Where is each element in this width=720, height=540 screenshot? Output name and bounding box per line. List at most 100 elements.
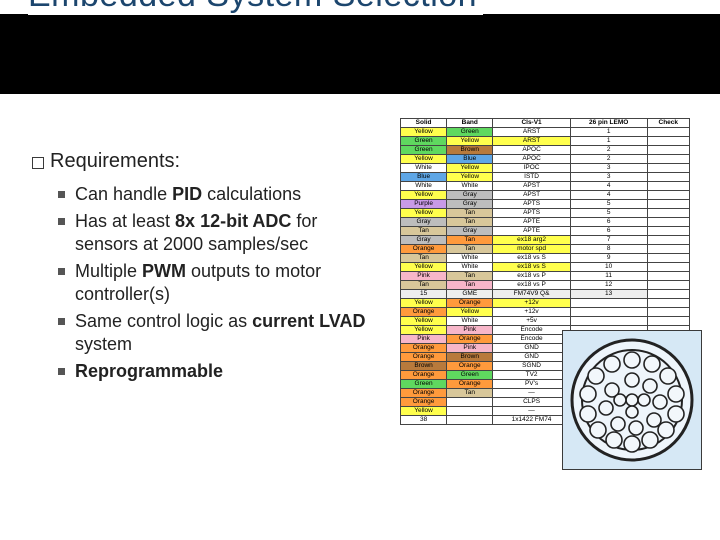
table-cell: ARST: [493, 128, 570, 137]
table-cell: Orange: [447, 380, 493, 389]
table-cell: White: [447, 254, 493, 263]
table-cell: [447, 416, 493, 425]
list-item-text: Can handle PID calculations: [75, 183, 301, 206]
table-cell: Orange: [401, 398, 447, 407]
table-cell: Yellow: [401, 191, 447, 200]
table-cell: CLPS: [493, 398, 570, 407]
table-cell: 13: [570, 290, 647, 299]
table-cell: Yellow: [401, 209, 447, 218]
table-cell: [647, 155, 689, 164]
table-cell: Green: [401, 146, 447, 155]
table-row: YellowGreenARST1: [401, 128, 690, 137]
list-item-text: Reprogrammable: [75, 360, 223, 383]
table-row: TanGrayAPTE6: [401, 227, 690, 236]
table-cell: Orange: [401, 371, 447, 380]
table-cell: Gray: [401, 236, 447, 245]
table-row: YellowBlueAPOC2: [401, 155, 690, 164]
table-cell: Gray: [447, 200, 493, 209]
table-cell: GND: [493, 353, 570, 362]
column-header: Check: [647, 119, 689, 128]
table-cell: Yellow: [401, 407, 447, 416]
table-cell: 12: [570, 281, 647, 290]
table-cell: ex18 vs S: [493, 254, 570, 263]
table-cell: [647, 146, 689, 155]
column-header: Band: [447, 119, 493, 128]
table-row: OrangeYellow+12v: [401, 308, 690, 317]
table-cell: 8: [570, 245, 647, 254]
table-row: GreenBrownAPOC2: [401, 146, 690, 155]
table-cell: Orange: [401, 344, 447, 353]
table-cell: ex18 vs P: [493, 272, 570, 281]
table-cell: White: [401, 164, 447, 173]
table-cell: Orange: [401, 353, 447, 362]
table-cell: FM74V9 Q&: [493, 290, 570, 299]
table-row: WhiteYellowIPOC3: [401, 164, 690, 173]
table-cell: [647, 209, 689, 218]
table-cell: 3: [570, 173, 647, 182]
table-cell: [647, 245, 689, 254]
table-cell: Pink: [401, 335, 447, 344]
table-cell: [647, 254, 689, 263]
table-cell: Purple: [401, 200, 447, 209]
table-cell: White: [401, 182, 447, 191]
table-cell: —: [493, 389, 570, 398]
table-cell: ISTD: [493, 173, 570, 182]
table-cell: +12v: [493, 308, 570, 317]
table-cell: [647, 272, 689, 281]
table-cell: Encode: [493, 335, 570, 344]
table-cell: Tan: [401, 227, 447, 236]
list-item: Can handle PID calculations: [58, 183, 372, 206]
table-cell: 2: [570, 155, 647, 164]
table-cell: +12v: [493, 299, 570, 308]
table-row: GrayTanAPTE6: [401, 218, 690, 227]
table-cell: Brown: [401, 362, 447, 371]
table-cell: 38: [401, 416, 447, 425]
table-cell: Tan: [447, 281, 493, 290]
table-cell: [647, 173, 689, 182]
table-cell: Gray: [447, 191, 493, 200]
table-cell: Yellow: [401, 155, 447, 164]
table-cell: [647, 128, 689, 137]
table-cell: Gray: [401, 218, 447, 227]
table-cell: [647, 182, 689, 191]
table-cell: Tan: [447, 245, 493, 254]
table-row: GreenYellowARST1: [401, 137, 690, 146]
table-cell: Orange: [447, 335, 493, 344]
requirements-heading: Requirements:: [50, 150, 180, 173]
table-row: YellowWhite+5v: [401, 317, 690, 326]
table-cell: Tan: [401, 254, 447, 263]
requirements-block: Requirements: Can handle PID calculation…: [32, 150, 372, 387]
table-cell: Brown: [447, 146, 493, 155]
list-item: Same control logic as current LVAD syste…: [58, 310, 372, 356]
table-cell: Brown: [447, 353, 493, 362]
filled-square-icon: [58, 191, 65, 198]
table-cell: Green: [447, 371, 493, 380]
table-row: YellowOrange+12v: [401, 299, 690, 308]
table-row: YellowGrayAPST4: [401, 191, 690, 200]
table-cell: Yellow: [401, 299, 447, 308]
table-cell: Pink: [447, 326, 493, 335]
table-cell: [647, 263, 689, 272]
table-row: OrangeTanmotor spd8: [401, 245, 690, 254]
table-cell: [570, 308, 647, 317]
column-header: Solid: [401, 119, 447, 128]
table-cell: 5: [570, 200, 647, 209]
table-cell: APTS: [493, 209, 570, 218]
table-cell: 10: [570, 263, 647, 272]
table-cell: Yellow: [447, 164, 493, 173]
table-cell: 7: [570, 236, 647, 245]
table-cell: Yellow: [401, 128, 447, 137]
table-cell: Orange: [401, 389, 447, 398]
table-cell: Gray: [447, 227, 493, 236]
table-cell: White: [447, 317, 493, 326]
table-cell: 4: [570, 182, 647, 191]
list-item-text: Multiple PWM outputs to motor controller…: [75, 260, 372, 306]
column-header: 26 pin LEMO: [570, 119, 647, 128]
table-cell: Yellow: [401, 263, 447, 272]
table-cell: 3: [570, 164, 647, 173]
table-cell: [647, 299, 689, 308]
table-cell: Tan: [447, 218, 493, 227]
table-cell: ARST: [493, 137, 570, 146]
table-cell: APST: [493, 182, 570, 191]
filled-square-icon: [58, 218, 65, 225]
